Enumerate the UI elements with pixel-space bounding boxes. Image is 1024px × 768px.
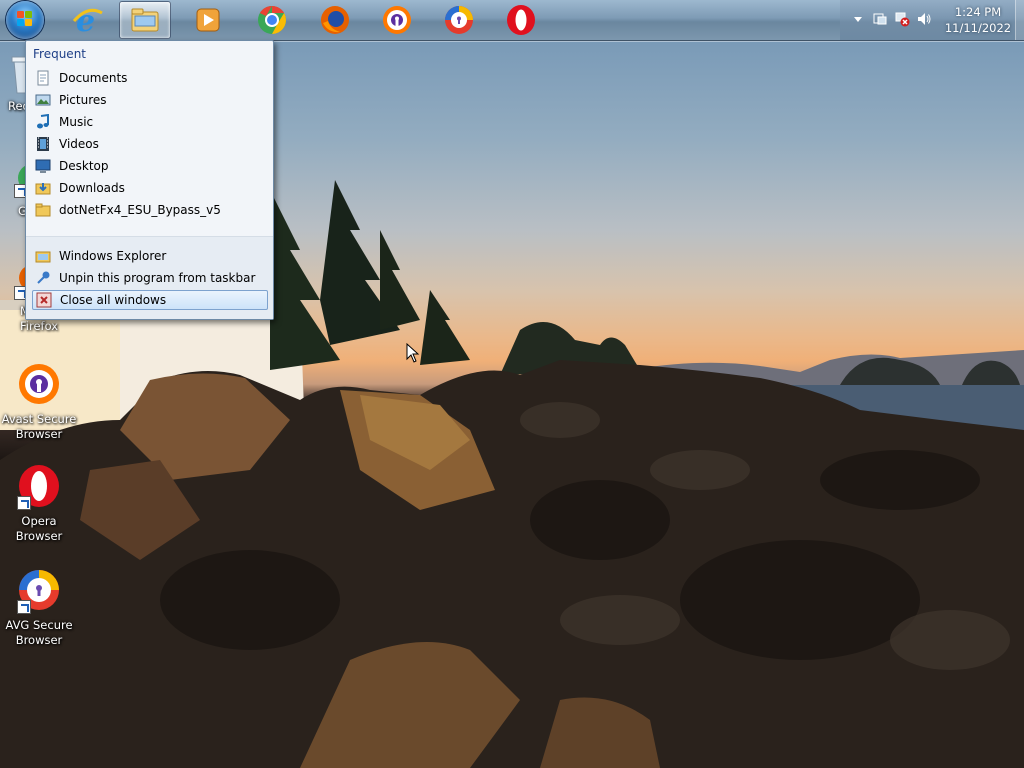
taskbar-avg-browser[interactable]: [433, 1, 485, 39]
pictures-icon: [35, 94, 51, 106]
windows-logo-icon: [17, 11, 33, 27]
avast-browser-icon: [15, 360, 63, 408]
jump-list-item-label: Downloads: [59, 181, 125, 195]
taskbar: e 1:24 PM 11/11/2022: [0, 0, 1024, 41]
system-tray: 1:24 PM 11/11/2022: [840, 0, 1024, 40]
volume-icon[interactable]: [916, 11, 932, 27]
jump-list-item-label: Desktop: [59, 159, 109, 173]
chrome-icon: [258, 6, 286, 34]
show-hidden-icons-icon[interactable]: [850, 11, 866, 27]
jump-list-task-close-all-windows[interactable]: Close all windows: [32, 290, 268, 310]
jump-list-item-label: Music: [59, 115, 94, 129]
internet-explorer-icon: e: [72, 4, 103, 37]
taskbar-internet-explorer[interactable]: e: [62, 1, 114, 39]
jump-list-item-label: Unpin this program from taskbar: [59, 271, 256, 285]
network-icon[interactable]: [894, 11, 910, 27]
opera-icon: [15, 462, 63, 510]
shortcut-arrow-icon: [17, 496, 31, 510]
jump-list-task-windows-explorer[interactable]: Windows Explorer: [32, 246, 268, 266]
downloads-icon: [35, 183, 51, 195]
show-desktop-button[interactable]: [1015, 0, 1024, 40]
avg-browser-icon: [15, 566, 63, 614]
taskbar-media-player[interactable]: [182, 1, 234, 39]
jump-list-item-pictures[interactable]: Pictures: [32, 90, 268, 110]
taskbar-firefox[interactable]: [309, 1, 361, 39]
desktop-icon-label-line2: Browser: [15, 633, 63, 647]
desktop-icon-opera-browser[interactable]: Opera Browser: [1, 462, 77, 544]
jump-list-item-desktop[interactable]: Desktop: [32, 156, 268, 176]
taskbar-avast-browser[interactable]: [371, 1, 423, 39]
jump-list-item-label: Close all windows: [60, 293, 167, 307]
desktop-icon-avast-secure-browser[interactable]: Avast Secure Browser: [1, 360, 77, 442]
jump-list-item-videos[interactable]: Videos: [32, 134, 268, 154]
desktop-icon-label-line1: Avast Secure: [1, 412, 77, 426]
jump-list-header-frequent: Frequent: [33, 47, 86, 61]
jump-list-item-music[interactable]: Music: [32, 112, 268, 132]
videos-icon: [37, 137, 49, 151]
taskbar-windows-explorer[interactable]: [119, 1, 171, 39]
documents-icon: [37, 70, 49, 86]
jump-list-item-label: Windows Explorer: [59, 249, 167, 263]
action-center-icon[interactable]: [872, 11, 888, 27]
folder-icon: [35, 203, 51, 217]
jump-list-item-documents[interactable]: Documents: [32, 68, 268, 88]
desktop-icon-avg-secure-browser[interactable]: AVG Secure Browser: [1, 566, 77, 648]
avg-browser-icon: [445, 6, 473, 34]
windows-explorer-icon: [35, 251, 51, 263]
clock[interactable]: 1:24 PM 11/11/2022: [942, 4, 1014, 36]
desktop-icon-label-line2: Browser: [15, 529, 63, 543]
taskbar-chrome[interactable]: [246, 1, 298, 39]
music-icon: [37, 114, 49, 129]
jump-list-item-label: Pictures: [59, 93, 107, 107]
desktop-icon-label-line1: AVG Secure: [5, 618, 73, 632]
jump-list-item-label: Videos: [59, 137, 99, 151]
jump-list-task-unpin[interactable]: Unpin this program from taskbar: [32, 268, 268, 288]
desktop-icon-label-line2: Browser: [15, 427, 63, 441]
jump-list-item-dotnetfx4-esu-bypass[interactable]: dotNetFx4_ESU_Bypass_v5: [32, 200, 268, 220]
unpin-icon: [37, 271, 50, 284]
media-player-icon: [196, 8, 220, 32]
jump-list-item-label: Documents: [59, 71, 128, 85]
desktop-icon: [35, 159, 51, 173]
close-window-icon: [36, 292, 52, 308]
taskbar-opera[interactable]: [495, 1, 547, 39]
jump-list-separator: [26, 236, 273, 237]
jump-list-item-downloads[interactable]: Downloads: [32, 178, 268, 198]
shortcut-arrow-icon: [17, 600, 31, 614]
start-button[interactable]: [6, 1, 44, 39]
explorer-jump-list: Frequent Documents Pictures Music Videos…: [25, 40, 274, 320]
firefox-icon: [321, 6, 349, 34]
desktop-icon-label-line1: Opera: [21, 514, 57, 528]
mouse-cursor-icon: [406, 343, 420, 363]
clock-date: 11/11/2022: [944, 21, 1012, 35]
opera-icon: [507, 5, 535, 35]
windows-explorer-icon: [131, 8, 159, 32]
clock-time: 1:24 PM: [954, 5, 1002, 19]
jump-list-item-label: dotNetFx4_ESU_Bypass_v5: [59, 203, 221, 217]
avast-browser-icon: [383, 6, 411, 34]
